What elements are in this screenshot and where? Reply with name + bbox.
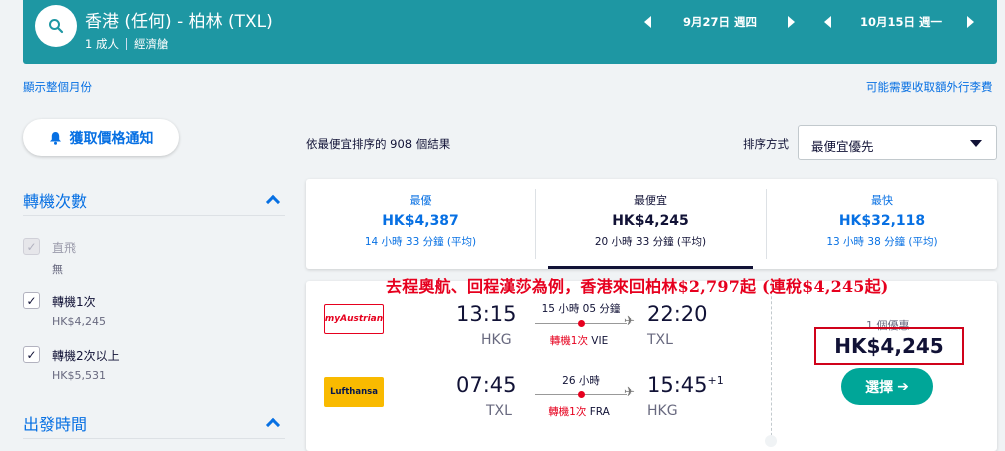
direct-price: 無 (52, 263, 63, 276)
one-stop-label: 轉機1次 (52, 295, 96, 309)
summary-tabs: 最優 HK$4,387 14 小時 33 分鐘 (平均) 最便宜 HK$4,24… (306, 179, 997, 269)
direct-checkbox[interactable]: ✓ (23, 238, 40, 255)
return-date[interactable]: 10月15日 週一 (860, 14, 942, 30)
inbound-stops: 轉機1次 FRA (529, 404, 629, 419)
tab-duration: 13 小時 38 分鐘 (平均) (826, 236, 938, 248)
plane-icon: ✈ (624, 385, 635, 400)
divider (771, 281, 772, 441)
chevron-left-icon (823, 16, 831, 28)
promo-annotation: 去程奧航、回程漢莎為例，香港來回柏林$2,797起 (連稅$4,245起) (386, 277, 889, 296)
passenger-count: 1 成人 (85, 37, 119, 51)
inbound-arrive-airport: HKG (647, 403, 678, 419)
card-notch (765, 435, 777, 447)
outbound-depart-airport: HKG (481, 332, 512, 348)
outbound-duration: 15 小時 05 分鐘 (541, 303, 621, 315)
next-return-date-button[interactable] (964, 14, 976, 30)
arrow-right-icon: ➔ (897, 378, 909, 395)
search-button[interactable] (35, 5, 77, 47)
plane-icon: ✈ (624, 314, 635, 329)
tab-duration: 20 小時 33 分鐘 (平均) (594, 236, 707, 248)
price-alert-button[interactable]: 獲取價格通知 (23, 119, 179, 156)
caret-down-icon (970, 140, 982, 147)
tab-duration: 14 小時 33 分鐘 (平均) (364, 236, 477, 248)
outbound-arrive-airport: TXL (647, 332, 673, 348)
traveler-info[interactable]: 1 成人 經濟艙 (85, 36, 168, 52)
inbound-duration: 26 小時 (562, 375, 600, 387)
itinerary-price: HK$4,245 (814, 327, 964, 365)
select-button[interactable]: 選擇 ➔ (841, 368, 933, 405)
tab-title: 最快 (871, 194, 893, 207)
tab-title: 最優 (409, 194, 432, 207)
tab-cheapest[interactable]: 最便宜 HK$4,245 20 小時 33 分鐘 (平均) (548, 179, 753, 269)
route-title[interactable]: 香港 (任何) - 柏林 (TXL) (85, 7, 273, 32)
outbound-arrive-time: 22:20 (647, 302, 708, 326)
lufthansa-logo: Lufthansa (324, 377, 384, 407)
sort-select[interactable]: 最便宜優先 (798, 125, 997, 160)
sort-label: 排序方式 (743, 137, 789, 151)
cabin-class: 經濟艙 (133, 37, 169, 51)
chevron-right-icon (787, 16, 795, 28)
chevron-left-icon (643, 16, 651, 28)
two-plus-stops-checkbox[interactable]: ✓ (23, 346, 40, 363)
inbound-depart-time: 07:45 (456, 373, 517, 397)
tab-fastest[interactable]: 最快 HK$32,118 13 小時 38 分鐘 (平均) (767, 179, 997, 269)
arrive-time-value: 15:45 (647, 373, 708, 397)
direct-label: 直飛 (52, 241, 77, 255)
show-whole-month-link[interactable]: 顯示整個月份 (23, 79, 92, 95)
inbound-depart-airport: TXL (486, 403, 512, 419)
separator (125, 38, 127, 50)
one-stop-price: HK$4,245 (52, 315, 106, 328)
chevron-right-icon (966, 16, 974, 28)
sort-value: 最便宜優先 (811, 139, 874, 154)
one-stop-checkbox[interactable]: ✓ (23, 292, 40, 309)
result-count: 依最便宜排序的 908 個結果 (306, 137, 451, 151)
prev-return-date-button[interactable] (821, 14, 833, 30)
depart-date[interactable]: 9月27日 週四 (683, 14, 757, 30)
divider (23, 438, 285, 439)
day-offset: +1 (707, 374, 724, 387)
extra-fees-link[interactable]: 可能需要收取額外行李費 (866, 79, 993, 95)
tab-price: HK$32,118 (838, 213, 926, 229)
outbound-stops: 轉機1次 VIE (529, 333, 629, 348)
stop-count: 轉機1次 (548, 406, 587, 418)
tab-price: HK$4,245 (612, 213, 689, 229)
stop-dot (578, 391, 585, 398)
bell-icon (49, 131, 61, 145)
search-header: 香港 (任何) - 柏林 (TXL) 1 成人 經濟艙 9月27日 週四 10月… (23, 0, 997, 64)
divider (23, 215, 285, 216)
select-label: 選擇 (865, 379, 894, 396)
price-alert-label: 獲取價格通知 (69, 130, 154, 147)
outbound-depart-time: 13:15 (456, 302, 517, 326)
inbound-arrive-time: 15:45+1 (647, 373, 724, 397)
itinerary-card[interactable]: myAustrian 13:15 HKG 15 小時 05 分鐘 ✈ 轉機1次 … (306, 281, 997, 451)
tab-best[interactable]: 最優 HK$4,387 14 小時 33 分鐘 (平均) (306, 179, 535, 269)
stop-airport: VIE (591, 335, 609, 347)
austrian-airlines-logo: myAustrian (324, 304, 384, 334)
tab-price: HK$4,387 (382, 213, 459, 229)
prev-depart-date-button[interactable] (641, 14, 653, 30)
stop-dot (578, 320, 585, 327)
next-depart-date-button[interactable] (785, 14, 797, 30)
stops-filter-title[interactable]: 轉機次數 (23, 188, 87, 212)
divider (535, 189, 536, 259)
stop-count: 轉機1次 (549, 335, 588, 347)
two-plus-stops-label: 轉機2次以上 (52, 349, 120, 363)
depart-time-filter-title[interactable]: 出發時間 (23, 411, 87, 435)
search-icon (49, 19, 64, 34)
chevron-up-icon[interactable] (265, 417, 281, 433)
stop-airport: FRA (589, 406, 610, 418)
tab-title: 最便宜 (634, 194, 667, 207)
two-plus-stops-price: HK$5,531 (52, 369, 106, 382)
chevron-up-icon[interactable] (265, 194, 281, 210)
